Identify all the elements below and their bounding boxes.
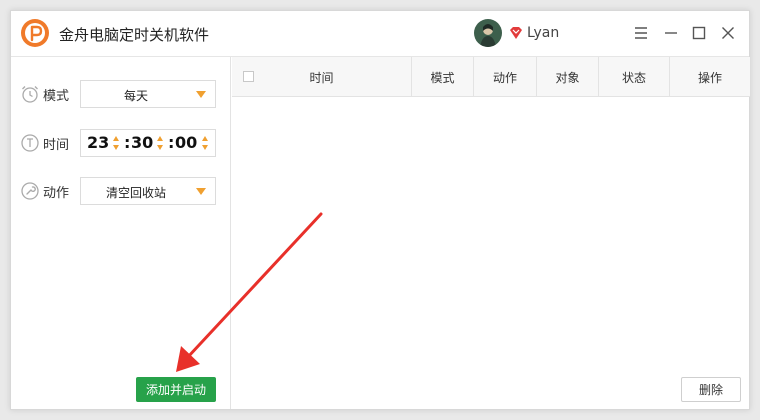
time-label: 时间 — [43, 138, 70, 153]
mode-label: 模式 — [43, 89, 70, 104]
column-header-operation: 操作 — [697, 70, 722, 85]
app-logo-icon — [21, 19, 49, 47]
second-spinner[interactable] — [202, 136, 210, 152]
column-header-action: 动作 — [474, 57, 537, 97]
user-avatar[interactable] — [474, 19, 502, 47]
app-title: 金舟电脑定时关机软件 — [59, 26, 210, 44]
minute-spinner[interactable] — [157, 136, 165, 152]
column-header-mode: 模式 — [412, 57, 474, 97]
select-all-checkbox[interactable] — [243, 71, 254, 82]
maximize-icon[interactable] — [689, 23, 709, 43]
mode-row: 模式 每天 — [20, 80, 225, 108]
mode-dropdown[interactable]: 每天 — [80, 80, 216, 108]
vip-diamond-icon — [510, 27, 522, 39]
title-bar: 金舟电脑定时关机软件 Lyan — [11, 11, 749, 57]
task-table: 时间 模式 动作 对象 状态 操作 删除 — [232, 57, 750, 409]
action-dropdown[interactable]: 清空回收站 — [80, 177, 216, 205]
mode-value: 每天 — [123, 89, 148, 103]
time-separator: : — [124, 133, 131, 152]
wrench-icon — [21, 182, 39, 200]
column-header-status: 状态 — [599, 57, 670, 97]
time-input: 23 : 30 : 00 — [80, 129, 216, 157]
chevron-down-icon — [196, 188, 206, 195]
table-header: 时间 模式 动作 对象 状态 操作 — [232, 57, 750, 97]
alarm-clock-icon — [22, 86, 38, 103]
second-value[interactable]: 00 — [175, 133, 197, 152]
clock-icon — [21, 134, 39, 152]
username: Lyan — [527, 25, 560, 41]
time-separator: : — [168, 133, 175, 152]
column-header-time: 时间 — [232, 57, 412, 97]
hour-spinner[interactable] — [113, 136, 121, 152]
hour-value[interactable]: 23 — [87, 133, 109, 152]
menu-icon[interactable] — [631, 23, 651, 43]
delete-button[interactable]: 删除 — [681, 377, 741, 402]
chevron-down-icon — [196, 91, 206, 98]
action-row: 动作 清空回收站 — [20, 177, 225, 205]
table-body — [232, 98, 750, 368]
minute-value[interactable]: 30 — [131, 133, 153, 152]
column-header-label: 时间 — [309, 70, 334, 85]
app-window: 金舟电脑定时关机软件 Lyan 模式 每天 时间 23: 30: 00 动作… — [10, 10, 750, 410]
time-row: 时间 23 : 30 : 00 — [20, 129, 225, 157]
settings-panel: 模式 每天 时间 23 : 30 : 00 动作 清空回收站 添加并启动 — [11, 57, 231, 409]
minimize-icon[interactable] — [661, 23, 681, 43]
action-value: 清空回收站 — [105, 186, 166, 200]
add-and-start-button[interactable]: 添加并启动 — [136, 377, 216, 402]
column-header-target: 对象 — [537, 57, 599, 97]
action-label: 动作 — [43, 186, 70, 201]
close-icon[interactable] — [718, 23, 738, 43]
